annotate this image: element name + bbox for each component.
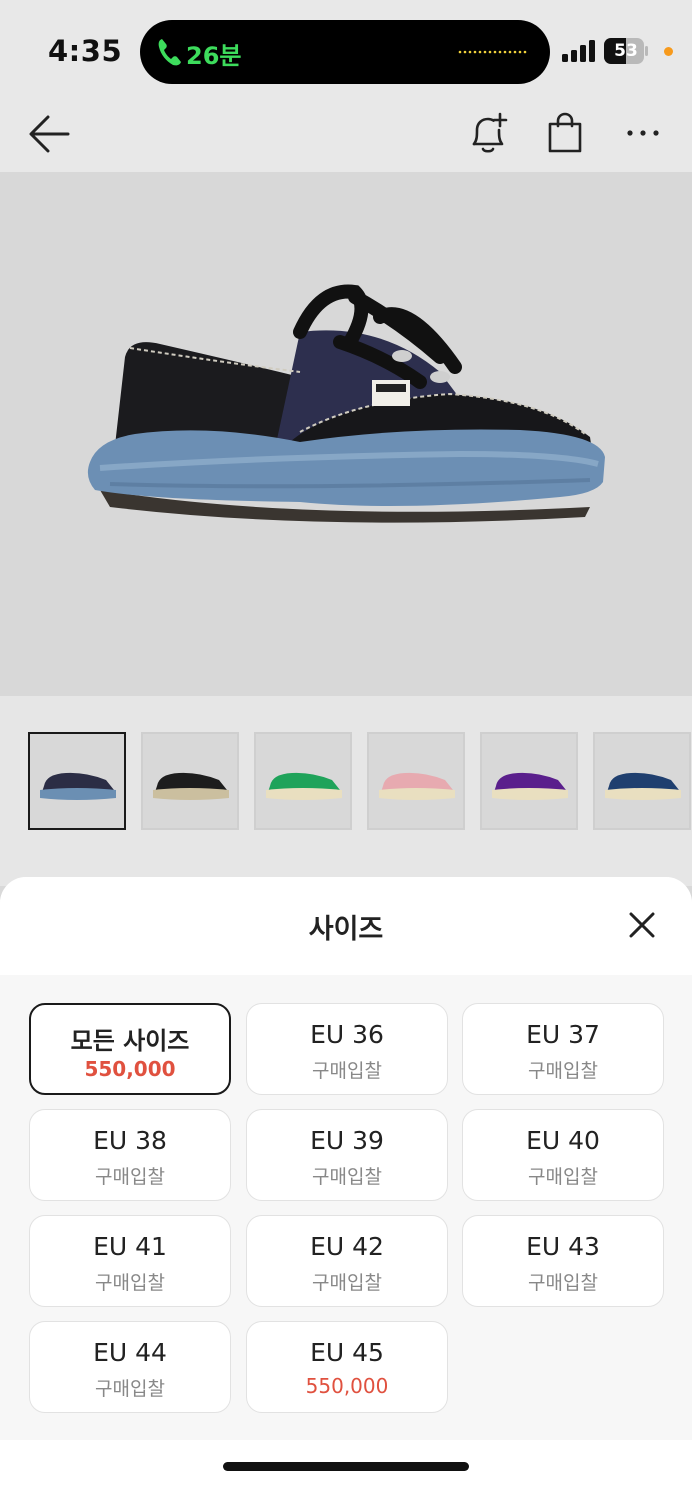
size-option-eu44[interactable]: EU 44 구매입찰 [29,1321,231,1413]
thumbnail-sneaker [40,772,116,800]
product-image[interactable] [0,172,692,696]
thumbnail-purple[interactable] [480,732,578,830]
size-option-eu40[interactable]: EU 40 구매입찰 [462,1109,664,1201]
size-label: EU 39 [310,1126,384,1155]
size-price: 550,000 [84,1057,176,1081]
size-option-all[interactable]: 모든 사이즈 550,000 [29,1003,231,1095]
size-bid-label: 구매입찰 [95,1378,165,1400]
sheet-footer [0,1440,692,1500]
cellular-signal-icon [562,40,595,62]
bell-plus-icon[interactable] [468,112,508,156]
thumbnail-sneaker [492,772,568,800]
thumbnail-sneaker [153,772,229,800]
status-bar: 4:35 26분 53 [0,0,692,100]
close-icon[interactable] [626,909,658,941]
size-label: EU 44 [93,1338,167,1367]
mic-indicator-dot [664,47,673,56]
size-price: 550,000 [305,1374,389,1398]
size-option-eu41[interactable]: EU 41 구매입찰 [29,1215,231,1307]
sneaker-illustration [87,284,606,523]
back-arrow-icon[interactable] [28,114,70,154]
thumbnail-sneaker [379,772,455,800]
size-bid-label: 구매입찰 [95,1272,165,1294]
size-label: EU 45 [310,1338,384,1367]
sheet-title: 사이즈 [308,914,384,945]
thumbnail-sneaker [605,772,681,800]
size-bid-label: 구매입찰 [312,1060,382,1082]
size-bid-label: 구매입찰 [95,1166,165,1188]
size-bid-label: 구매입찰 [312,1166,382,1188]
size-bid-label: 구매입찰 [528,1272,598,1294]
size-label: EU 42 [310,1232,384,1261]
call-duration: 26분 [186,42,242,70]
battery-level: 53 [614,41,638,61]
size-option-eu36[interactable]: EU 36 구매입찰 [246,1003,448,1095]
thumbnail-strip [0,696,692,886]
size-option-eu39[interactable]: EU 39 구매입찰 [246,1109,448,1201]
thumbnail-navy-black[interactable] [28,732,126,830]
thumbnail-sneaker [266,772,342,800]
top-nav [0,100,692,172]
size-label: EU 38 [93,1126,167,1155]
size-option-eu42[interactable]: EU 42 구매입찰 [246,1215,448,1307]
phone-icon [158,39,181,66]
thumbnail-green[interactable] [254,732,352,830]
audio-waveform-icon [458,50,527,54]
shopping-bag-icon[interactable] [546,112,584,154]
status-time: 4:35 [48,34,123,68]
size-bid-label: 구매입찰 [312,1272,382,1294]
size-option-eu37[interactable]: EU 37 구매입찰 [462,1003,664,1095]
size-label: EU 36 [310,1020,384,1049]
home-indicator[interactable] [223,1462,469,1471]
size-label: 모든 사이즈 [70,1027,190,1055]
size-label: EU 40 [526,1126,600,1155]
size-option-eu38[interactable]: EU 38 구매입찰 [29,1109,231,1201]
sheet-header: 사이즈 [0,877,692,975]
more-options-icon[interactable] [624,118,662,148]
thumbnail-blue[interactable] [593,732,691,830]
thumbnail-black[interactable] [141,732,239,830]
size-label: EU 37 [526,1020,600,1049]
size-bid-label: 구매입찰 [528,1060,598,1082]
size-bid-label: 구매입찰 [528,1166,598,1188]
size-option-eu43[interactable]: EU 43 구매입찰 [462,1215,664,1307]
thumbnail-pink[interactable] [367,732,465,830]
size-label: EU 43 [526,1232,600,1261]
size-label: EU 41 [93,1232,167,1261]
size-option-eu45[interactable]: EU 45 550,000 [246,1321,448,1413]
dynamic-island-call[interactable]: 26분 [140,20,550,84]
size-bottom-sheet: 사이즈 모든 사이즈 550,000 EU 36 구매입찰 EU 37 구매입찰… [0,877,692,1500]
